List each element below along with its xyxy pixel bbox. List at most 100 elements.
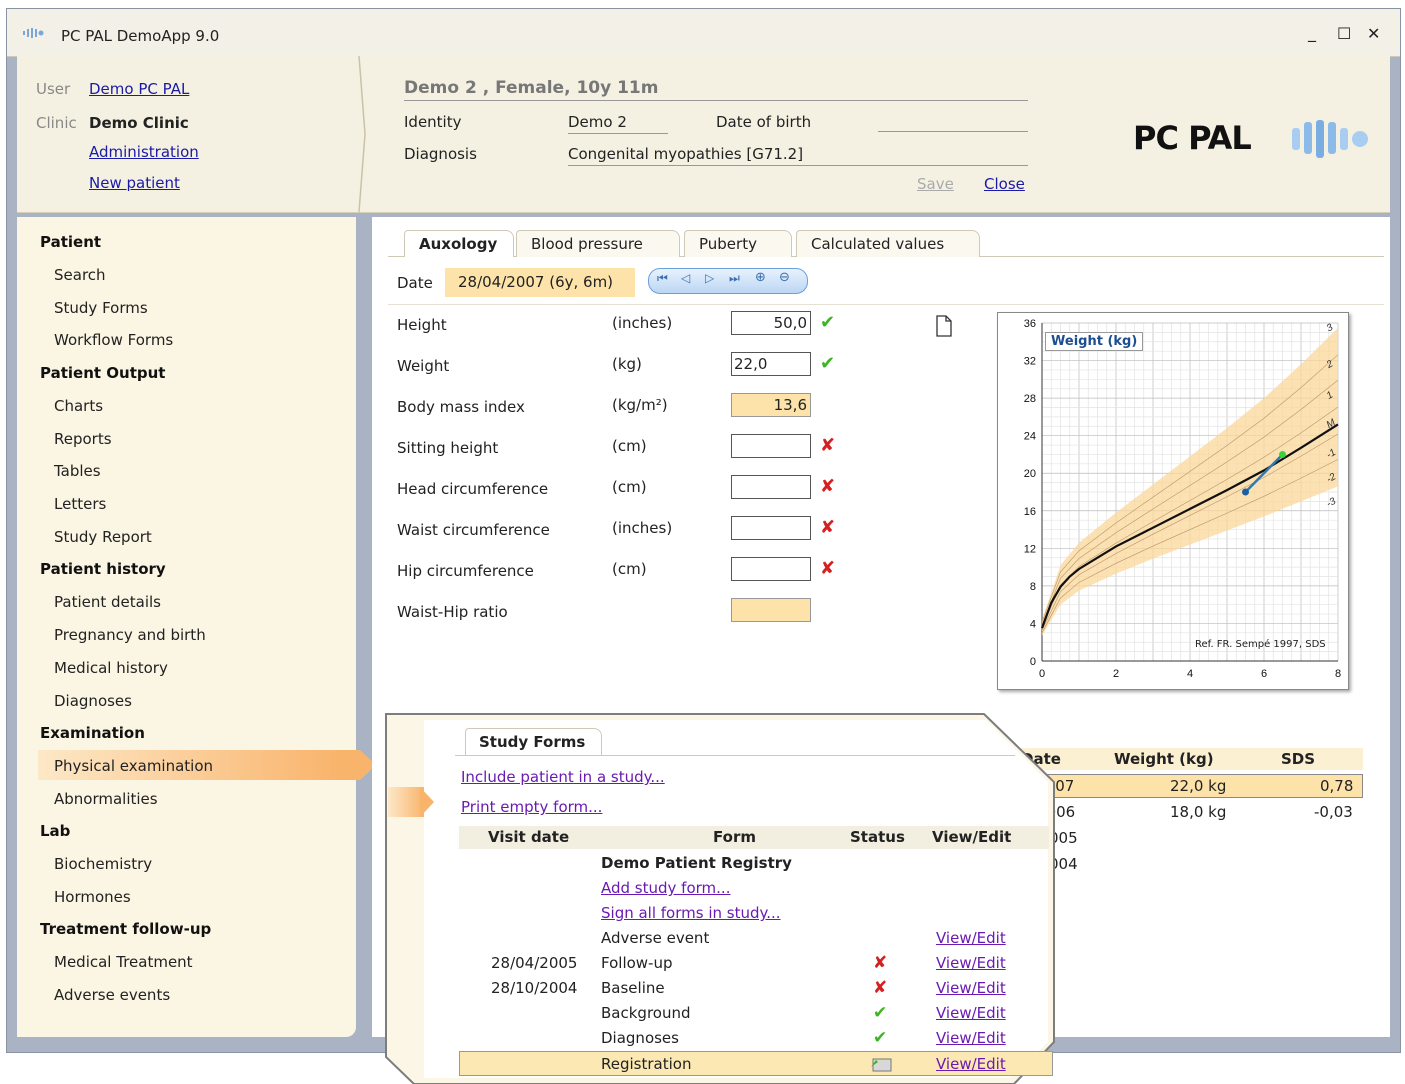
window-title: PC PAL DemoApp 9.0 (61, 27, 220, 45)
pcpal-logo-icon (1292, 120, 1368, 158)
view-edit-link[interactable]: View/Edit (936, 1004, 1006, 1022)
add-record-icon[interactable]: ⊕ (755, 270, 766, 285)
head-circumference-input[interactable] (731, 475, 811, 499)
last-record-icon[interactable]: ⏭ (729, 271, 740, 286)
tab-calculated-values[interactable]: Calculated values (796, 230, 980, 257)
sidebar-item-study-forms[interactable]: Study Forms (54, 299, 148, 317)
diagnosis-label: Diagnosis (404, 145, 477, 163)
sidebar-item-charts[interactable]: Charts (54, 397, 103, 415)
view-edit-link[interactable]: View/Edit (936, 1029, 1006, 1047)
date-value[interactable]: 28/04/2007 (6y, 6m) (445, 268, 635, 297)
sidebar-section-lab: Lab (40, 822, 71, 840)
sidebar-item-hormones[interactable]: Hormones (54, 888, 131, 906)
close-window-button[interactable]: ✕ (1367, 24, 1380, 43)
user-link[interactable]: Demo PC PAL (89, 80, 189, 98)
weight-input[interactable]: 22,0 (731, 352, 811, 376)
print-empty-form-link[interactable]: Print empty form... (461, 798, 602, 816)
sidebar-item-letters[interactable]: Letters (54, 495, 106, 513)
first-record-icon[interactable]: ⏮ (657, 271, 668, 286)
sidebar-item-study-report[interactable]: Study Report (54, 528, 152, 546)
chart-x-tick-label: 6 (1261, 668, 1267, 680)
title-rule (404, 100, 1028, 101)
chart-y-tick-label: 16 (1024, 506, 1036, 518)
identity-value[interactable]: Demo 2 (568, 113, 668, 134)
weight-growth-chart[interactable]: 3 2 1 M -1 -2 -3 0 4 8 12 16 20 24 28 32 36 0 2 4 6 8 Weight… (997, 312, 1349, 690)
next-record-icon[interactable]: ▷ (705, 271, 714, 285)
new-patient-link[interactable]: New patient (89, 174, 180, 192)
hip-circumference-input[interactable] (731, 557, 811, 581)
view-edit-link[interactable]: View/Edit (936, 929, 1006, 947)
tab-study-forms[interactable]: Study Forms (465, 728, 602, 755)
view-edit-link[interactable]: View/Edit (936, 954, 1006, 972)
sidebar-item-search[interactable]: Search (54, 266, 106, 284)
waist-hip-ratio-value (731, 598, 811, 622)
maximize-button[interactable]: ☐ (1337, 24, 1351, 43)
sidebar-item-physical-examination[interactable]: Physical examination (54, 757, 213, 775)
header-status: Status (850, 828, 905, 846)
save-button[interactable]: Save (917, 175, 954, 193)
field-label-waist-circumference: Waist circumference (397, 521, 550, 539)
clinic-label: Clinic (36, 114, 77, 132)
study-forms-tab-line (455, 755, 1015, 756)
view-edit-link[interactable]: View/Edit (936, 979, 1006, 997)
header-visit-date: Visit date (488, 828, 570, 846)
tab-auxology[interactable]: Auxology (404, 230, 514, 257)
dob-field[interactable] (878, 113, 1028, 132)
add-study-form-link[interactable]: Add study form... (601, 879, 730, 897)
sidebar-item-patient-details[interactable]: Patient details (54, 593, 161, 611)
chart-x-tick-label: 0 (1039, 668, 1045, 680)
user-label: User (36, 80, 71, 98)
administration-link[interactable]: Administration (89, 143, 199, 161)
sidebar-item-medical-history[interactable]: Medical history (54, 659, 168, 677)
chart-patient-point-current (1279, 450, 1286, 458)
cross-icon: ✘ (873, 978, 888, 998)
sign-all-forms-link[interactable]: Sign all forms in study... (601, 904, 781, 922)
sidebar-item-abnormalities[interactable]: Abnormalities (54, 790, 158, 808)
field-label-head-circumference: Head circumference (397, 480, 549, 498)
close-patient-link[interactable]: Close (984, 175, 1025, 193)
field-unit-bmi: (kg/m²) (612, 396, 668, 414)
tab-puberty[interactable]: Puberty (684, 230, 792, 257)
document-icon[interactable] (935, 315, 953, 337)
include-patient-link[interactable]: Include patient in a study... (461, 768, 665, 786)
header-form: Form (713, 828, 756, 846)
study-form-name: Background (601, 1004, 691, 1022)
chart-reference-note: Ref. FR. Sempé 1997, SDS (1195, 639, 1326, 650)
sidebar-item-tables[interactable]: Tables (54, 462, 101, 480)
history-cell-sds: 0,78 (1320, 777, 1354, 795)
study-form-name: Diagnoses (601, 1029, 679, 1047)
chart-y-tick-label: 8 (1030, 581, 1036, 593)
view-edit-link[interactable]: View/Edit (936, 1055, 1006, 1073)
clinic-name: Demo Clinic (89, 114, 189, 132)
sidebar-item-medical-treatment[interactable]: Medical Treatment (54, 953, 193, 971)
field-label-hip-circumference: Hip circumference (397, 562, 534, 580)
cross-icon: ✘ (873, 953, 888, 973)
sidebar-item-pregnancy-and-birth[interactable]: Pregnancy and birth (54, 626, 206, 644)
date-navigator: ⏮ ◁ ▷ ⏭ ⊕ ⊖ (648, 268, 808, 294)
remove-record-icon[interactable]: ⊖ (779, 270, 790, 285)
sidebar-item-adverse-events[interactable]: Adverse events (54, 986, 170, 1004)
sidebar-item-diagnoses[interactable]: Diagnoses (54, 692, 132, 710)
sidebar-item-workflow-forms[interactable]: Workflow Forms (54, 331, 173, 349)
chart-y-tick-label: 36 (1024, 318, 1036, 330)
chart-y-tick-label: 20 (1024, 468, 1036, 480)
field-label-waist-hip-ratio: Waist-Hip ratio (397, 603, 508, 621)
field-unit-waist-circumference: (inches) (612, 519, 673, 537)
field-label-bmi: Body mass index (397, 398, 525, 416)
previous-record-icon[interactable]: ◁ (681, 271, 690, 285)
header-view-edit: View/Edit (932, 828, 1012, 846)
sidebar-item-reports[interactable]: Reports (54, 430, 112, 448)
tab-blood-pressure[interactable]: Blood pressure (516, 230, 680, 257)
height-input[interactable]: 50,0 (731, 311, 811, 335)
chart-title: Weight (kg) (1045, 332, 1144, 351)
field-unit-height: (inches) (612, 314, 673, 332)
minimize-button[interactable]: _ (1308, 23, 1316, 42)
sidebar-item-biochemistry[interactable]: Biochemistry (54, 855, 152, 873)
sitting-height-input[interactable] (731, 434, 811, 458)
check-icon: ✔ (873, 1003, 888, 1023)
waist-circumference-input[interactable] (731, 516, 811, 540)
chart-y-tick-label: 4 (1030, 618, 1036, 630)
title-bar: PC PAL DemoApp 9.0 _ ☐ ✕ (7, 9, 1400, 57)
diagnosis-value[interactable]: Congenital myopathies [G71.2] (568, 145, 1028, 166)
study-form-name: Adverse event (601, 929, 710, 947)
